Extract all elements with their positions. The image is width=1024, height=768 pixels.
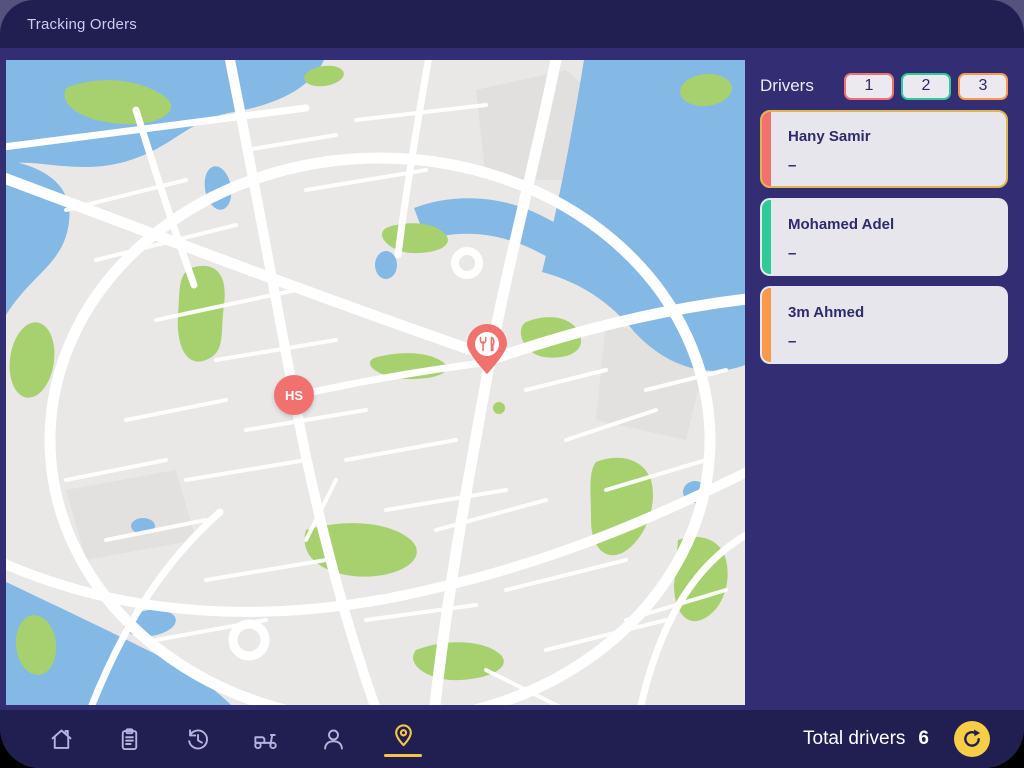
driver-name: Hany Samir	[788, 128, 1006, 145]
total-drivers-count: 6	[918, 728, 929, 750]
driver-name: Mohamed Adel	[788, 216, 1006, 233]
orders-clipboard-icon	[116, 726, 143, 753]
nav-profile-button[interactable]	[311, 716, 355, 762]
nav-history-button[interactable]	[175, 716, 219, 762]
driver-marker-hs[interactable]: HS	[274, 375, 314, 415]
total-drivers-label: Total drivers	[803, 728, 905, 750]
driver-status: –	[788, 245, 1006, 262]
map-canvas[interactable]: HS	[6, 60, 745, 705]
map-tiles	[6, 60, 745, 705]
filter-button-1[interactable]: 1	[844, 73, 894, 100]
home-icon	[48, 726, 75, 753]
driver-card-3m-ahmed[interactable]: 3m Ahmed –	[760, 286, 1008, 364]
nav-home-button[interactable]	[39, 716, 83, 762]
page-title: Tracking Orders	[27, 16, 137, 33]
drivers-sidebar: Drivers 1 2 3 Hany Samir – Mohamed Adel …	[760, 60, 1008, 364]
app-root: Tracking Orders	[0, 0, 1024, 768]
history-icon	[184, 726, 211, 753]
refresh-icon	[961, 728, 983, 750]
app-header: Tracking Orders	[0, 0, 1024, 48]
filter-button-3[interactable]: 3	[958, 73, 1008, 100]
driver-card-hany-samir[interactable]: Hany Samir –	[760, 110, 1008, 188]
driver-name: 3m Ahmed	[788, 304, 1006, 321]
delivery-scooter-icon	[252, 726, 279, 753]
driver-status: –	[788, 157, 1006, 174]
filter-button-2[interactable]: 2	[901, 73, 951, 100]
profile-icon	[320, 726, 347, 753]
tracking-pin-icon	[390, 722, 417, 749]
nav-tracking-button-active[interactable]	[381, 716, 425, 762]
card-color-stripe	[762, 200, 771, 274]
card-color-stripe	[762, 288, 771, 362]
total-drivers: Total drivers 6	[803, 710, 929, 768]
driver-filter-group: 1 2 3	[844, 73, 1008, 100]
driver-card-mohamed-adel[interactable]: Mohamed Adel –	[760, 198, 1008, 276]
active-tab-underline	[384, 754, 422, 757]
restaurant-pin-marker[interactable]	[464, 324, 510, 376]
drivers-header-row: Drivers 1 2 3	[760, 72, 1008, 100]
nav-delivery-button[interactable]	[243, 716, 287, 762]
nav-orders-button[interactable]	[107, 716, 151, 762]
driver-status: –	[788, 333, 1006, 350]
drivers-label: Drivers	[760, 76, 814, 96]
refresh-button[interactable]	[954, 721, 990, 757]
card-color-stripe	[762, 112, 771, 186]
